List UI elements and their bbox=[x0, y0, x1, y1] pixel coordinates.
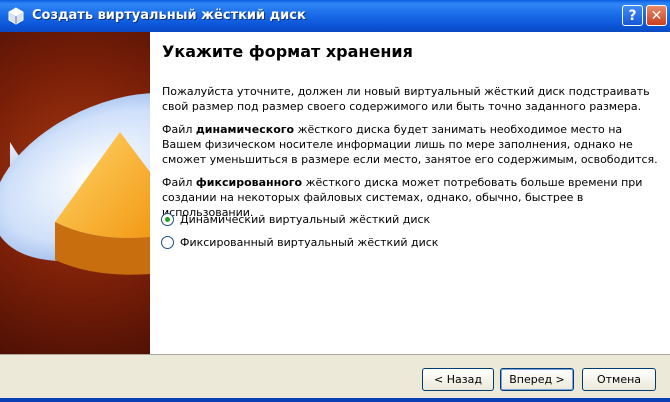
wizard-window: Создать виртуальный жёсткий диск ? ✕ Ука… bbox=[0, 0, 670, 402]
dynamic-description: Файл динамического жёсткого диска будет … bbox=[162, 122, 662, 167]
help-button[interactable]: ? bbox=[622, 5, 643, 26]
radio-dynamic-label[interactable]: Динамический виртуальный жёсткий диск bbox=[180, 213, 430, 226]
fixed-keyword: фиксированного bbox=[195, 176, 303, 189]
radio-fixed-label[interactable]: Фиксированный виртуальный жёсткий диск bbox=[180, 236, 438, 249]
button-bar: < Назад Вперед > Отмена bbox=[0, 354, 670, 402]
window-title: Создать виртуальный жёсткий диск bbox=[32, 8, 306, 23]
close-button[interactable]: ✕ bbox=[646, 5, 667, 26]
dynamic-prefix: Файл bbox=[162, 123, 196, 136]
fixed-prefix: Файл bbox=[162, 176, 196, 189]
virtualbox-icon bbox=[8, 7, 24, 25]
back-button[interactable]: < Назад bbox=[422, 368, 494, 391]
next-button[interactable]: Вперед > bbox=[500, 368, 574, 391]
page-title: Укажите формат хранения bbox=[162, 42, 413, 61]
window-border-bottom bbox=[0, 398, 670, 402]
wizard-side-image bbox=[0, 32, 150, 354]
radio-button-dynamic[interactable] bbox=[161, 213, 174, 226]
help-icon: ? bbox=[628, 7, 637, 24]
radio-fixed[interactable]: Фиксированный виртуальный жёсткий диск bbox=[161, 236, 438, 249]
title-bar[interactable]: Создать виртуальный жёсткий диск ? ✕ bbox=[0, 0, 670, 32]
dynamic-keyword: динамического bbox=[195, 123, 295, 136]
disk-illustration bbox=[0, 93, 150, 275]
wizard-content: Укажите формат хранения Пожалуйста уточн… bbox=[150, 32, 670, 354]
radio-dynamic[interactable]: Динамический виртуальный жёсткий диск bbox=[161, 213, 430, 226]
radio-button-fixed[interactable] bbox=[161, 236, 174, 249]
cancel-button[interactable]: Отмена bbox=[582, 368, 656, 391]
intro-text: Пожалуйста уточните, должен ли новый вир… bbox=[162, 85, 650, 113]
close-icon: ✕ bbox=[650, 7, 663, 24]
